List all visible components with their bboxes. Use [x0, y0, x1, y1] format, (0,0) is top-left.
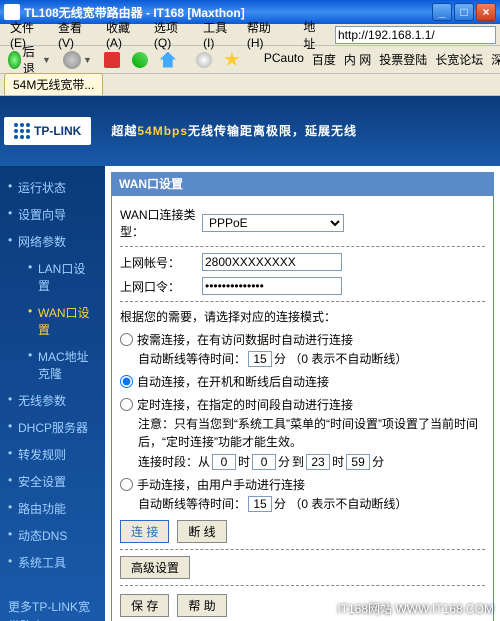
account-input[interactable]: [202, 253, 342, 271]
minimize-button[interactable]: _: [432, 3, 452, 21]
main-panel: WAN口设置 WAN口连接类型： PPPoE 上网帐号： 上网口令： 根据您的需…: [105, 166, 500, 621]
watermark: IT168网站 WWW.IT168.COM: [337, 600, 494, 617]
nav-security[interactable]: 安全设置: [4, 468, 101, 495]
menu-fav[interactable]: 收藏(A): [100, 17, 148, 52]
nav-wan[interactable]: WAN口设置: [28, 299, 101, 343]
opt-on-demand: 按需连接，在有访问数据时自动进行连接: [137, 331, 353, 348]
advanced-button[interactable]: 高级设置: [120, 556, 190, 579]
menu-tools[interactable]: 工具(I): [197, 17, 241, 52]
time-from-h[interactable]: [212, 454, 236, 470]
opt-schedule: 定时连接，在指定的时间段自动进行连接: [137, 396, 353, 413]
tab-bar: 54M无线宽带...: [0, 74, 500, 96]
idle-time-2[interactable]: [248, 496, 272, 512]
nav-route[interactable]: 路由功能: [4, 495, 101, 522]
home-button[interactable]: [156, 50, 180, 70]
menu-options[interactable]: 选项(Q): [148, 17, 197, 52]
opt-auto: 自动连接，在开机和断线后自动连接: [137, 373, 329, 390]
opt-manual: 手动连接，由用户手动进行连接: [137, 476, 305, 493]
nav-system[interactable]: 系统工具: [4, 549, 101, 576]
conn-type-select[interactable]: PPPoE: [202, 214, 344, 232]
link-vote[interactable]: 投票登陆: [379, 51, 427, 68]
browser-tab[interactable]: 54M无线宽带...: [4, 73, 103, 95]
favorites-button[interactable]: [220, 50, 244, 70]
banner: TP-LINK 超越54Mbps无线传输距离极限，延展无线: [0, 96, 500, 166]
refresh-icon: [132, 52, 148, 68]
maximize-button[interactable]: □: [454, 3, 474, 21]
radio-auto[interactable]: [120, 375, 133, 388]
radio-manual[interactable]: [120, 478, 133, 491]
stop-icon: [104, 52, 120, 68]
menu-help[interactable]: 帮助(H): [241, 17, 290, 52]
link-neiwang[interactable]: 内 网: [344, 51, 371, 68]
close-button[interactable]: ×: [476, 3, 496, 21]
time-to-h[interactable]: [306, 454, 330, 470]
disconnect-button[interactable]: 断 线: [177, 520, 226, 543]
link-pcauto[interactable]: PCauto: [264, 51, 304, 68]
search-icon: [196, 52, 212, 68]
address-label: 地址: [297, 16, 331, 54]
schedule-note: 注意：只有当您到“系统工具”菜单的“时间设置”项设置了当前时间后，“定时连接”功…: [138, 415, 485, 451]
menu-view[interactable]: 查看(V): [52, 17, 100, 52]
password-label: 上网口令：: [120, 278, 198, 295]
forward-button[interactable]: ▼: [59, 49, 96, 71]
nav-mac[interactable]: MAC地址克隆: [28, 343, 101, 387]
save-button[interactable]: 保 存: [120, 594, 169, 617]
chevron-down-icon: ▼: [42, 55, 51, 65]
panel-title: WAN口设置: [111, 172, 494, 195]
back-icon: [8, 51, 21, 69]
nav-forward[interactable]: 转发规则: [4, 441, 101, 468]
conn-type-label: WAN口连接类型：: [120, 206, 198, 240]
slogan: 超越54Mbps无线传输距离极限，延展无线: [111, 122, 357, 140]
logo: TP-LINK: [4, 117, 91, 145]
nav-wireless[interactable]: 无线参数: [4, 387, 101, 414]
divider: [120, 301, 485, 302]
mode-heading: 根据您的需要，请选择对应的连接模式：: [120, 308, 485, 325]
time-from-m[interactable]: [252, 454, 276, 470]
refresh-button[interactable]: [128, 50, 152, 70]
back-button[interactable]: 后退▼: [4, 46, 55, 74]
divider: [120, 246, 485, 247]
home-icon: [160, 52, 176, 68]
divider: [120, 549, 485, 550]
idle-time-1[interactable]: [248, 351, 272, 367]
nav-wizard[interactable]: 设置向导: [4, 201, 101, 228]
link-sznews[interactable]: 深圳新闻网: [491, 51, 500, 68]
sidebar: 运行状态 设置向导 网络参数 LAN口设置 WAN口设置 MAC地址克隆 无线参…: [0, 166, 105, 621]
search-button[interactable]: [192, 50, 216, 70]
chevron-down-icon: ▼: [83, 55, 92, 65]
nav-lan[interactable]: LAN口设置: [28, 255, 101, 299]
password-input[interactable]: [202, 277, 342, 295]
radio-schedule[interactable]: [120, 398, 133, 411]
address-input[interactable]: [335, 26, 496, 44]
menu-bar: 文件(E) 查看(V) 收藏(A) 选项(Q) 工具(I) 帮助(H) 地址: [0, 24, 500, 46]
forward-icon: [63, 51, 81, 69]
nav-status[interactable]: 运行状态: [4, 174, 101, 201]
nav-network[interactable]: 网络参数: [4, 228, 101, 255]
sidebar-footer[interactable]: 更多TP-LINK宽带路由 器，请点击查看 >>: [4, 594, 101, 621]
link-forum[interactable]: 长宽论坛: [435, 51, 483, 68]
radio-on-demand[interactable]: [120, 333, 133, 346]
time-to-m[interactable]: [346, 454, 370, 470]
nav-ddns[interactable]: 动态DNS: [4, 522, 101, 549]
stop-button[interactable]: [100, 50, 124, 70]
help-button[interactable]: 帮 助: [177, 594, 226, 617]
nav-dhcp[interactable]: DHCP服务器: [4, 414, 101, 441]
star-icon: [224, 52, 240, 68]
logo-dots-icon: [14, 123, 30, 139]
account-label: 上网帐号：: [120, 254, 198, 271]
divider: [120, 585, 485, 586]
link-baidu[interactable]: 百度: [312, 51, 336, 68]
connect-button[interactable]: 连 接: [120, 520, 169, 543]
